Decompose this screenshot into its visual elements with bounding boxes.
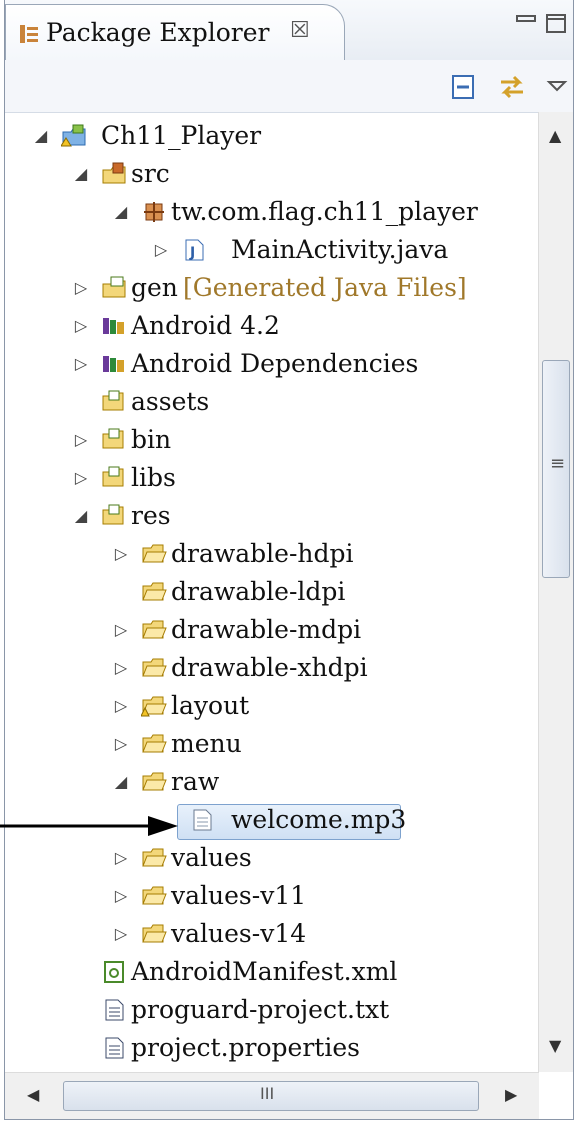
hscroll-grip-icon: III: [260, 1084, 275, 1103]
scroll-up-arrow-icon[interactable]: ▲: [549, 126, 561, 145]
tree-label: project.properties: [131, 1033, 360, 1062]
java-file-icon: J: [185, 239, 204, 261]
folder-icon: [102, 390, 124, 411]
tree-label: welcome.mp3: [231, 805, 407, 834]
tree-label: drawable-xhdpi: [171, 653, 368, 682]
folder-icon: [142, 886, 167, 905]
scroll-down-arrow-icon[interactable]: ▼: [549, 1036, 561, 1055]
collapse-all-icon[interactable]: [447, 72, 481, 102]
folder-icon: [102, 466, 124, 487]
text-file-icon: [105, 999, 124, 1021]
tree-label: drawable-ldpi: [171, 577, 346, 606]
android-project-icon: [61, 124, 86, 147]
collapsed-arrow-icon[interactable]: ▷: [111, 916, 131, 952]
tree-label: menu: [171, 729, 242, 758]
folder-icon: [142, 620, 167, 639]
collapsed-arrow-icon[interactable]: ▷: [111, 650, 131, 686]
tree-label: res: [131, 501, 171, 530]
tree-label: AndroidManifest.xml: [131, 957, 398, 986]
collapsed-arrow-icon[interactable]: ▷: [151, 232, 171, 268]
view-toolbar: [5, 60, 573, 113]
package-icon: [144, 202, 164, 222]
tab-title: Package Explorer: [46, 18, 270, 47]
collapsed-arrow-icon[interactable]: ▷: [111, 840, 131, 876]
collapsed-arrow-icon[interactable]: ▷: [71, 460, 91, 496]
library-icon: [103, 356, 124, 372]
vertical-scrollbar[interactable]: ▲ ≡ ▼: [538, 112, 573, 1072]
tree-label: Android Dependencies: [131, 349, 419, 378]
tree-label: assets: [131, 387, 210, 416]
package-explorer-icon: [20, 25, 38, 43]
project-tree[interactable]: ◢ Ch11_Player ◢ src ◢ tw.com.flag.ch11_p…: [5, 112, 537, 1072]
tree-label: proguard-project.txt: [131, 995, 390, 1024]
source-folder-icon: [102, 276, 126, 298]
minimize-icon[interactable]: [513, 10, 539, 36]
folder-icon: [102, 504, 124, 525]
folder-icon: [141, 696, 167, 717]
folder-icon: [102, 428, 124, 449]
manifest-icon: [104, 961, 124, 983]
scroll-left-arrow-icon[interactable]: ◀: [27, 1085, 39, 1104]
expanded-arrow-icon[interactable]: ◢: [31, 118, 51, 154]
collapsed-arrow-icon[interactable]: ▷: [111, 536, 131, 572]
tree-label: MainActivity.java: [231, 235, 449, 264]
tree-label: values-v11: [171, 881, 307, 910]
svg-text:J: J: [189, 245, 195, 261]
scroll-right-arrow-icon[interactable]: ▶: [505, 1085, 517, 1104]
tree-label: tw.com.flag.ch11_player: [171, 197, 478, 226]
view-menu-icon[interactable]: [545, 72, 569, 102]
tree-label: raw: [171, 767, 220, 796]
tree-label: layout: [171, 691, 250, 720]
collapsed-arrow-icon[interactable]: ▷: [71, 346, 91, 382]
folder-icon: [142, 772, 167, 791]
library-icon: [103, 318, 124, 334]
folder-icon: [142, 924, 167, 943]
tree-label: bin: [131, 425, 172, 454]
tree-label: drawable-hdpi: [171, 539, 354, 568]
scroll-grip-icon: ≡: [550, 453, 566, 474]
annotation-arrow-icon: [0, 816, 178, 836]
expanded-arrow-icon[interactable]: ◢: [71, 156, 91, 192]
collapsed-arrow-icon[interactable]: ▷: [111, 688, 131, 724]
tree-label: libs: [131, 463, 176, 492]
folder-icon: [142, 544, 167, 563]
collapsed-arrow-icon[interactable]: ▷: [71, 422, 91, 458]
folder-icon: [142, 848, 167, 867]
file-icon: [193, 809, 212, 831]
tree-label: values-v14: [171, 919, 307, 948]
tree-label-decoration: [Generated Java Files]: [183, 273, 467, 302]
package-explorer-view: Package Explorer ☒ ◢ Ch11_Player ◢ src ◢…: [4, 0, 574, 1120]
tree-label: Android 4.2: [131, 311, 280, 340]
horizontal-scrollbar[interactable]: ◀ III ▶: [5, 1072, 539, 1119]
expanded-arrow-icon[interactable]: ◢: [111, 764, 131, 800]
collapsed-arrow-icon[interactable]: ▷: [111, 612, 131, 648]
maximize-icon[interactable]: [543, 10, 569, 36]
folder-icon: [142, 582, 167, 601]
folder-icon: [142, 734, 167, 753]
source-folder-icon: [102, 162, 126, 184]
tab-close-icon[interactable]: ☒: [290, 18, 310, 43]
collapsed-arrow-icon[interactable]: ▷: [111, 726, 131, 762]
collapsed-arrow-icon[interactable]: ▷: [71, 308, 91, 344]
collapsed-arrow-icon[interactable]: ▷: [111, 878, 131, 914]
tree-label: Ch11_Player: [101, 121, 262, 150]
link-with-editor-icon[interactable]: [495, 72, 529, 102]
text-file-icon: [105, 1037, 124, 1059]
vertical-scroll-thumb[interactable]: ≡: [542, 360, 570, 578]
tree-label: src: [131, 159, 170, 188]
horizontal-scroll-thumb[interactable]: III: [63, 1081, 479, 1111]
view-title-bar: Package Explorer ☒: [5, 0, 573, 61]
tree-label: drawable-mdpi: [171, 615, 362, 644]
tree-label: gen: [131, 273, 178, 302]
folder-icon: [142, 658, 167, 677]
tab-package-explorer[interactable]: Package Explorer ☒: [5, 4, 345, 60]
expanded-arrow-icon[interactable]: ◢: [111, 194, 131, 230]
collapsed-arrow-icon[interactable]: ▷: [71, 270, 91, 306]
expanded-arrow-icon[interactable]: ◢: [71, 498, 91, 534]
tree-label: values: [171, 843, 252, 872]
